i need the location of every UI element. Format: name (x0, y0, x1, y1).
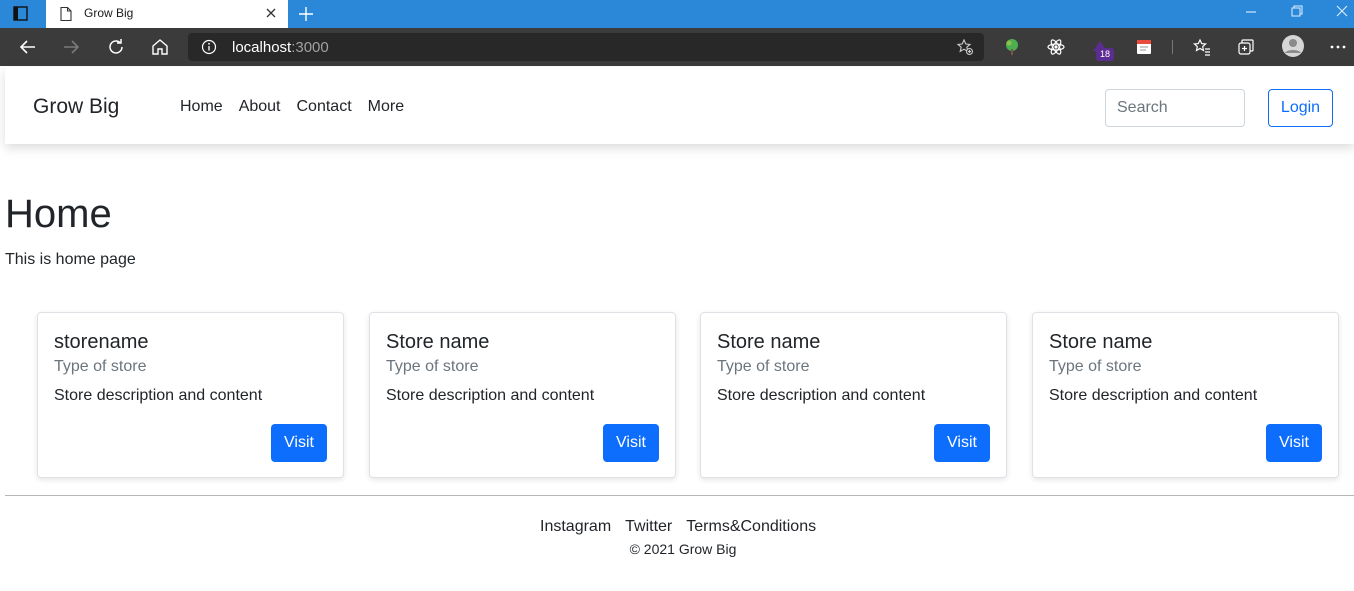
footer-link-terms[interactable]: Terms&Conditions (686, 518, 816, 536)
nav-link-more[interactable]: More (368, 98, 404, 116)
footer-links: Instagram Twitter Terms&Conditions (540, 518, 816, 536)
card-subtitle: Type of store (54, 358, 147, 375)
store-card: Store name Type of store Store descripti… (1032, 312, 1339, 478)
address-host: localhost (232, 39, 292, 56)
favorites-icon[interactable] (1192, 37, 1212, 57)
browser-toolbar: localhost:3000 (0, 28, 1354, 66)
footer-link-twitter[interactable]: Twitter (625, 518, 672, 536)
back-icon[interactable] (18, 37, 38, 57)
toolbar-separator (1172, 40, 1173, 54)
new-tab-icon[interactable] (296, 4, 316, 24)
site-navbar: Grow Big Home About Contact More Login (5, 67, 1354, 144)
copyright-text: © 2021 Grow Big (629, 541, 737, 557)
collections-icon[interactable] (1236, 37, 1256, 57)
tab-actions-icon[interactable] (12, 5, 30, 23)
add-favorite-icon[interactable] (956, 38, 974, 56)
card-text: Store description and content (386, 387, 595, 404)
card-title: Store name (717, 331, 821, 353)
address-bar[interactable]: localhost:3000 (188, 33, 984, 61)
page-icon (58, 6, 74, 22)
visit-button[interactable]: Visit (1266, 424, 1322, 462)
visit-button[interactable]: Visit (934, 424, 990, 462)
nav-link-about[interactable]: About (239, 98, 281, 116)
card-text: Store description and content (1049, 387, 1258, 404)
address-port: :3000 (291, 39, 329, 56)
brand-logo[interactable]: Grow Big (33, 95, 119, 119)
profile-avatar-icon[interactable] (1281, 34, 1305, 58)
visit-button[interactable]: Visit (603, 424, 659, 462)
refresh-icon[interactable] (106, 37, 126, 57)
visit-button[interactable]: Visit (271, 424, 327, 462)
extension-badge: 18 (1096, 48, 1114, 61)
browser-tab[interactable]: Grow Big (46, 0, 288, 28)
store-card: storename Type of store Store descriptio… (37, 312, 344, 478)
restore-icon[interactable] (1286, 3, 1308, 21)
card-text: Store description and content (717, 387, 926, 404)
store-card: Store name Type of store Store descripti… (700, 312, 1007, 478)
search-input[interactable] (1105, 89, 1245, 127)
card-title: storename (54, 331, 149, 353)
minimize-icon[interactable] (1240, 3, 1262, 21)
footer-link-instagram[interactable]: Instagram (540, 518, 611, 536)
home-icon[interactable] (150, 37, 170, 57)
nav-links: Home About Contact More (180, 98, 404, 116)
card-title: Store name (386, 331, 490, 353)
nav-link-contact[interactable]: Contact (297, 98, 352, 116)
tree-extension-icon[interactable] (1002, 37, 1022, 57)
notes-extension-icon[interactable] (1134, 37, 1154, 57)
site-info-icon[interactable] (201, 39, 217, 55)
nav-link-home[interactable]: Home (180, 98, 223, 116)
more-options-icon[interactable] (1328, 37, 1348, 57)
card-subtitle: Type of store (1049, 358, 1142, 375)
tab-title: Grow Big (84, 6, 134, 20)
login-button[interactable]: Login (1268, 89, 1333, 127)
card-subtitle: Type of store (717, 358, 810, 375)
footer-divider (5, 495, 1354, 496)
close-window-icon[interactable] (1331, 3, 1353, 21)
page-subtitle: This is home page (5, 251, 136, 268)
card-text: Store description and content (54, 387, 263, 404)
close-tab-icon[interactable] (264, 6, 278, 20)
address-text: localhost:3000 (232, 39, 329, 56)
forward-icon[interactable] (61, 37, 81, 57)
browser-tab-bar: Grow Big (0, 0, 1354, 28)
react-devtools-icon[interactable] (1046, 37, 1066, 57)
card-subtitle: Type of store (386, 358, 479, 375)
card-title: Store name (1049, 331, 1153, 353)
page-title: Home (5, 192, 112, 236)
store-card: Store name Type of store Store descripti… (369, 312, 676, 478)
